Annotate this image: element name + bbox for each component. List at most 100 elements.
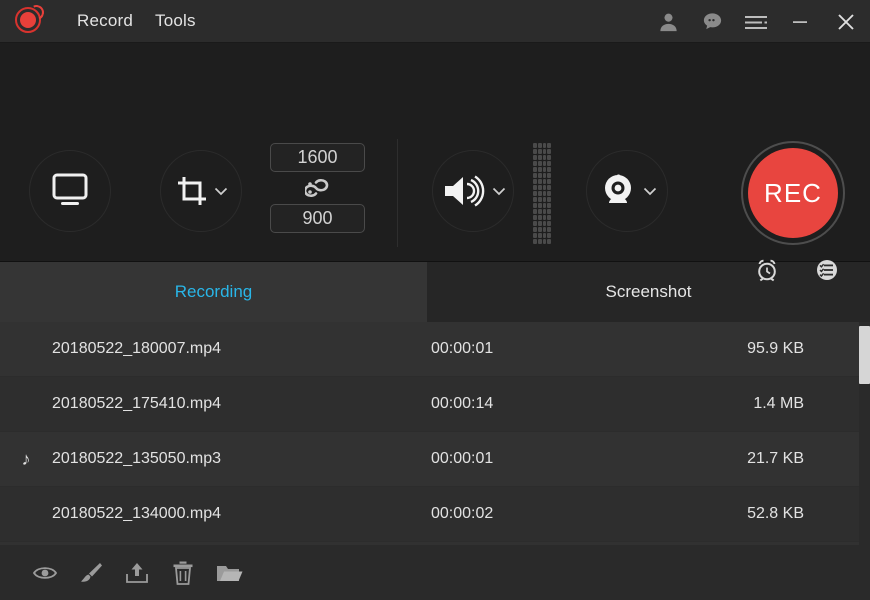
meter-dot [538, 185, 542, 190]
table-row[interactable]: 20180522_180007.mp400:00:0195.9 KB [0, 322, 870, 377]
meter-dot [543, 143, 547, 148]
meter-dot [543, 161, 547, 166]
app-window: Record Tools [0, 0, 870, 600]
webcam-icon [598, 171, 638, 211]
meter-dot [547, 209, 551, 214]
meter-dot [538, 209, 542, 214]
hamburger-menu-icon[interactable] [734, 0, 778, 43]
tab-recording[interactable]: Recording [0, 262, 427, 322]
window-controls [646, 0, 870, 43]
meter-dot [543, 233, 547, 238]
meter-dot [533, 203, 537, 208]
meter-dot [547, 179, 551, 184]
meter-dot [547, 149, 551, 154]
meter-dot [538, 233, 542, 238]
meter-dot [533, 197, 537, 202]
menu-tools[interactable]: Tools [144, 7, 207, 35]
file-list: 20180522_180007.mp400:00:0195.9 KB201805… [0, 322, 870, 545]
meter-dot [538, 197, 542, 202]
open-folder-button[interactable] [206, 553, 252, 593]
meter-dot [543, 149, 547, 154]
settings-button[interactable] [812, 255, 842, 285]
meter-dot [538, 179, 542, 184]
meter-dot [533, 173, 537, 178]
meter-dot [547, 239, 551, 244]
file-name: 20180522_135050.mp3 [52, 450, 431, 468]
meter-dot [533, 239, 537, 244]
meter-dot [538, 227, 542, 232]
meter-dot [533, 167, 537, 172]
meter-dot [533, 209, 537, 214]
meter-dot [547, 173, 551, 178]
chat-bubble-icon[interactable] [690, 0, 734, 43]
meter-dot [547, 227, 551, 232]
content-tabs: Recording Screenshot [0, 262, 870, 322]
aspect-ratio-link-icon[interactable] [270, 172, 365, 204]
file-name: 20180522_134000.mp4 [52, 505, 431, 523]
file-duration: 00:00:14 [431, 395, 736, 413]
upload-icon [124, 561, 150, 585]
display-mode-button[interactable] [29, 150, 111, 232]
chevron-down-icon [214, 186, 228, 196]
meter-dot [533, 179, 537, 184]
file-list-scrollbar[interactable] [859, 322, 870, 545]
meter-dot [547, 191, 551, 196]
height-input[interactable]: 900 [270, 204, 365, 233]
table-row[interactable]: 20180522_175410.mp400:00:141.4 MB [0, 377, 870, 432]
audio-level-meter [533, 143, 551, 244]
table-row[interactable]: 20180522_134000.mp400:00:0252.8 KB [0, 487, 870, 542]
capture-toolbar: 1600 900 [0, 43, 870, 262]
crop-mode-button[interactable] [160, 150, 242, 232]
chevron-down-icon [643, 186, 657, 196]
table-row[interactable]: ♪20180522_135050.mp300:00:0121.7 KB [0, 432, 870, 487]
meter-dot [543, 239, 547, 244]
file-duration: 00:00:01 [431, 450, 736, 468]
delete-button[interactable] [160, 553, 206, 593]
folder-icon [215, 561, 243, 585]
audio-button[interactable] [432, 150, 514, 232]
meter-dot [533, 143, 537, 148]
meter-dot [538, 143, 542, 148]
file-size: 95.9 KB [736, 340, 870, 358]
trash-icon [171, 560, 195, 586]
meter-dot [543, 197, 547, 202]
toolbar-secondary-actions [752, 255, 842, 285]
title-bar: Record Tools [0, 0, 870, 43]
meter-dot [543, 209, 547, 214]
file-duration: 00:00:02 [431, 505, 736, 523]
file-size: 21.7 KB [736, 450, 870, 468]
monitor-icon [47, 170, 93, 212]
meter-dot [547, 161, 551, 166]
eye-icon [32, 563, 58, 583]
meter-dot [533, 161, 537, 166]
account-icon[interactable] [646, 0, 690, 43]
webcam-button[interactable] [586, 150, 668, 232]
preview-button[interactable] [22, 553, 68, 593]
meter-dot [547, 203, 551, 208]
file-size: 1.4 MB [736, 395, 870, 413]
meter-dot [543, 167, 547, 172]
file-actions-toolbar [0, 545, 870, 600]
upload-button[interactable] [114, 553, 160, 593]
scrollbar-thumb[interactable] [859, 326, 870, 384]
meter-dot [547, 215, 551, 220]
minimize-button[interactable] [778, 0, 822, 43]
meter-dot [543, 221, 547, 226]
meter-dot [543, 179, 547, 184]
width-input[interactable]: 1600 [270, 143, 365, 172]
close-button[interactable] [822, 0, 870, 43]
meter-dot [538, 167, 542, 172]
file-type-icon: ♪ [0, 449, 52, 470]
meter-dot [543, 227, 547, 232]
meter-dot [547, 143, 551, 148]
resolution-controls: 1600 900 [270, 143, 365, 233]
speaker-icon [441, 172, 487, 210]
meter-dot [533, 149, 537, 154]
meter-dot [543, 191, 547, 196]
schedule-button[interactable] [752, 255, 782, 285]
file-duration: 00:00:01 [431, 340, 736, 358]
meter-dot [533, 191, 537, 196]
rec-button[interactable]: REC [741, 141, 845, 245]
edit-button[interactable] [68, 553, 114, 593]
menu-record[interactable]: Record [66, 7, 144, 35]
